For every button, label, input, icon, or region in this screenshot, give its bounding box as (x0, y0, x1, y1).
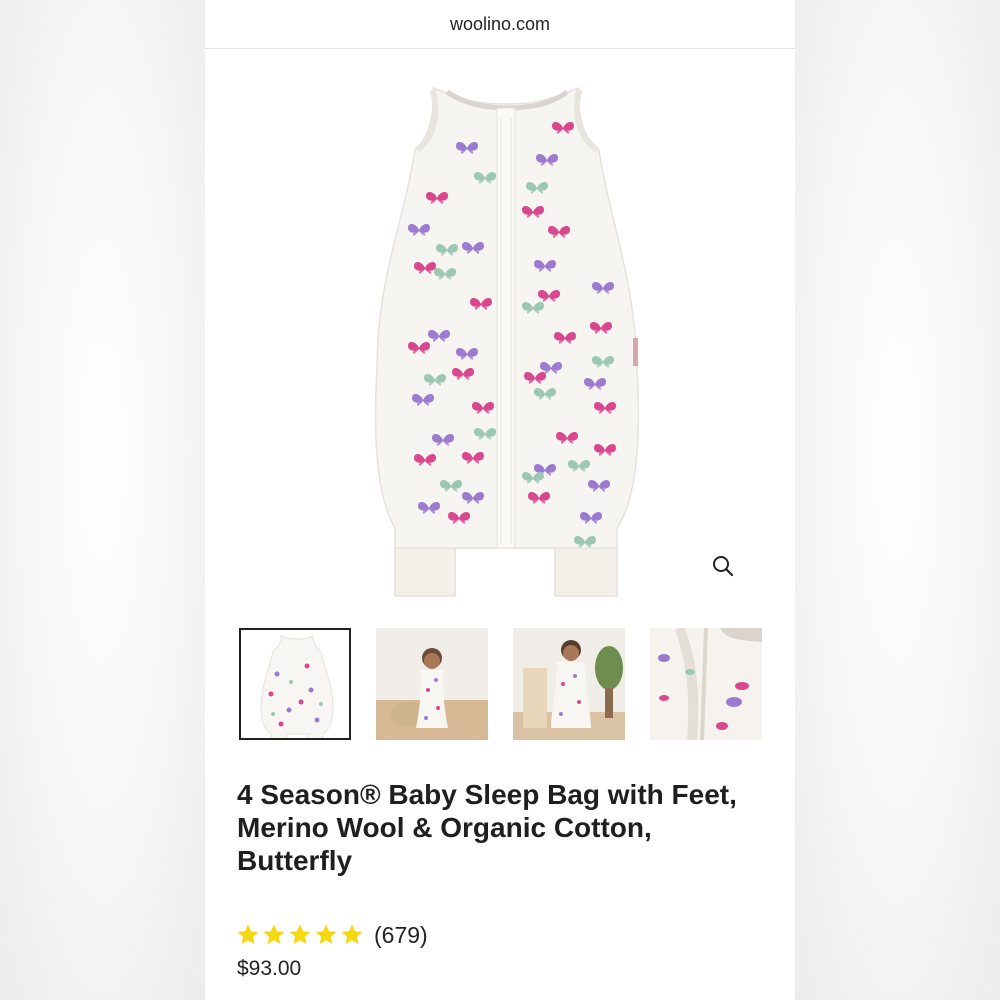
thumbnail-child-standing[interactable] (513, 628, 625, 740)
star-icon (237, 924, 259, 944)
url-text: woolino.com (449, 13, 551, 34)
magnifier-icon (713, 556, 734, 577)
thumbnail-image (376, 628, 488, 740)
main-product-image[interactable] (355, 78, 655, 618)
thumbnail-fabric-closeup[interactable] (650, 628, 762, 740)
thumbnail-image (241, 630, 349, 738)
thumbnail-image (513, 628, 625, 740)
star-icon (263, 924, 285, 944)
mobile-page: woolino.com 4 Season® Baby Sleep Bag wit… (205, 0, 795, 1000)
star-icon (341, 924, 363, 944)
product-rating[interactable]: (679) (236, 918, 428, 952)
thumbnail-image (650, 628, 762, 740)
product-price: $93.00 (237, 957, 302, 980)
star-icon (315, 924, 337, 944)
url-divider (205, 48, 795, 49)
thumbnail-child-sitting[interactable] (376, 628, 488, 740)
product-title: 4 Season® Baby Sleep Bag with Feet, Meri… (237, 779, 737, 876)
background-blur-left (0, 0, 205, 1000)
background-blur-right (795, 0, 1000, 1000)
star-rating (236, 923, 364, 947)
zoom-button[interactable] (709, 552, 737, 580)
thumbnail-product-front[interactable] (239, 628, 351, 740)
star-icon (289, 924, 311, 944)
thumbnail-gallery (239, 628, 763, 744)
url-bar[interactable]: woolino.com (205, 0, 795, 48)
review-count[interactable]: (679) (374, 922, 428, 949)
